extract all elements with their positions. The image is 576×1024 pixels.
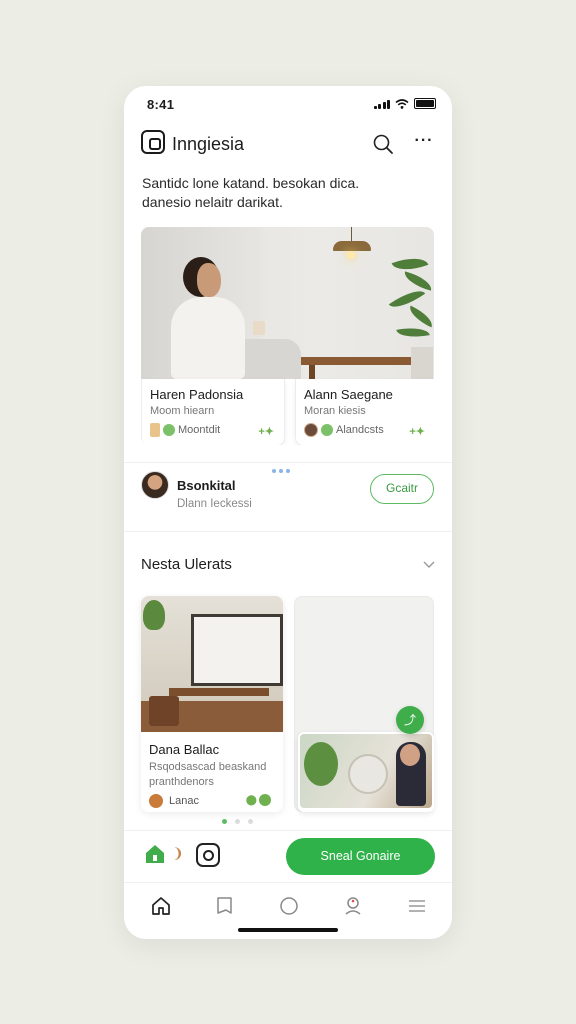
card-meta: Moontdit xyxy=(150,423,220,437)
phone-frame: 8:41 Inngiesia ··· Santidc lone katand. … xyxy=(124,86,452,939)
card-meta-label: Alandcsts xyxy=(336,424,384,436)
avatar xyxy=(149,794,163,808)
tab-home-icon[interactable] xyxy=(150,895,172,917)
card-title: Haren Padonsia xyxy=(150,387,244,402)
ear-icon: ❩ xyxy=(172,845,184,861)
signal-icon xyxy=(373,99,390,109)
typing-dots-icon xyxy=(272,469,290,473)
tab-bookmark-icon[interactable] xyxy=(214,895,236,917)
app-logo-icon[interactable] xyxy=(141,130,165,154)
post-card[interactable]: Dana Ballac Rsqodsascad beaskand pranthd… xyxy=(141,596,283,812)
sparkle-icon[interactable]: +✦ xyxy=(409,425,425,438)
tab-menu-icon[interactable] xyxy=(406,895,428,917)
tag-icon xyxy=(150,423,160,437)
home-badge-icon[interactable] xyxy=(144,843,166,865)
follow-button[interactable]: Gcaitr xyxy=(370,474,434,504)
status-time: 8:41 xyxy=(147,97,175,112)
share-fab-icon[interactable]: ⤴ xyxy=(396,706,424,734)
status-bar: 8:41 xyxy=(124,86,452,122)
featured-card-right[interactable]: Alann Saegane Moran kiesis Alandcsts +✦ xyxy=(295,379,434,445)
card-meta: Alandcsts xyxy=(304,423,384,437)
like-badge-icon[interactable] xyxy=(259,794,271,806)
carousel-pager xyxy=(222,819,253,824)
card-meta-label: Moontdit xyxy=(178,424,221,436)
tab-profile-icon[interactable] xyxy=(342,895,364,917)
card-subtitle: Moom hiearn xyxy=(150,405,215,417)
featured-carousel: Haren Padonsia Moom hiearn Moontdit +✦ A… xyxy=(141,227,434,445)
intro-text: Santidc lone katand. besokan dica. danes… xyxy=(142,175,360,210)
more-options-icon[interactable]: ··· xyxy=(412,132,436,154)
primary-cta-button[interactable]: Sneal Gonaire xyxy=(286,838,435,875)
follow-name: Bsonkital xyxy=(177,478,236,493)
lamp-illustration xyxy=(333,241,371,251)
app-title: Inngiesia xyxy=(172,134,245,154)
post-meta-label: Lanac xyxy=(169,795,199,807)
avatar[interactable] xyxy=(141,471,169,499)
pager-dot[interactable] xyxy=(235,819,240,824)
leaf-badge-icon xyxy=(163,424,175,436)
wifi-icon xyxy=(395,99,409,109)
avatar xyxy=(304,423,318,437)
section-header: Nesta Ulerats xyxy=(141,554,437,576)
battery-icon xyxy=(414,98,436,109)
post-column-right: ⤴ xyxy=(294,596,434,812)
card-subtitle: Moran kiesis xyxy=(304,405,366,417)
action-bar: ❩ Sneal Gonaire xyxy=(124,830,452,883)
photo-card[interactable] xyxy=(298,732,434,812)
pager-dot[interactable] xyxy=(222,819,227,824)
sparkle-icon[interactable]: +✦ xyxy=(258,425,274,438)
home-indicator xyxy=(238,928,338,932)
chevron-down-icon[interactable] xyxy=(421,556,437,572)
tab-search-icon[interactable] xyxy=(278,895,300,917)
search-icon[interactable] xyxy=(372,133,394,155)
post-description: Rsqodsascad beaskand pranthdenors xyxy=(149,761,267,788)
app-header: Inngiesia ··· xyxy=(140,130,436,158)
camera-icon[interactable] xyxy=(196,843,220,867)
section-title: Nesta Ulerats xyxy=(141,556,232,573)
card-title: Alann Saegane xyxy=(304,387,393,402)
post-image xyxy=(141,596,283,732)
post-title: Dana Ballac xyxy=(149,742,220,757)
featured-card-left[interactable]: Haren Padonsia Moom hiearn Moontdit +✦ xyxy=(141,379,285,445)
system-icons xyxy=(373,98,436,109)
post-meta: Lanac xyxy=(149,794,199,808)
follow-subtitle: Dlann Ieckessi xyxy=(177,498,252,510)
leaf-icon: ⬤ xyxy=(245,795,257,806)
featured-hero-image[interactable] xyxy=(141,227,434,379)
follow-suggestion: Bsonkital Dlann Ieckessi Gcaitr xyxy=(124,462,452,532)
pager-dot[interactable] xyxy=(248,819,253,824)
leaf-badge-icon xyxy=(321,424,333,436)
